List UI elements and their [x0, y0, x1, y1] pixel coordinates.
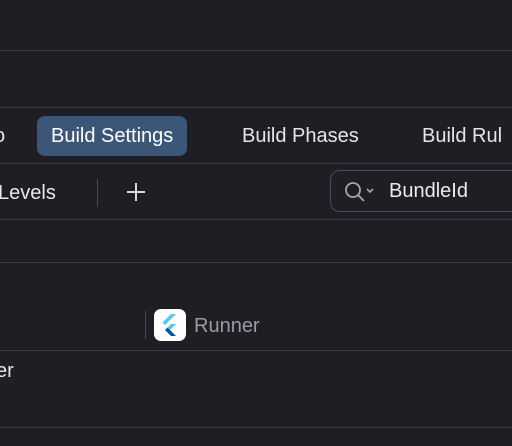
search-input[interactable]: BundleId — [389, 171, 468, 211]
toolbar-divider-top — [0, 50, 512, 51]
tab-partial-left[interactable]: o — [0, 116, 5, 156]
levels-filter-button[interactable]: Levels — [0, 176, 56, 210]
tab-build-settings[interactable]: Build Settings — [37, 116, 188, 156]
tab-build-phases[interactable]: Build Phases — [242, 116, 359, 156]
runner-target-label: Runner — [194, 315, 260, 337]
plus-icon — [127, 183, 145, 201]
search-icon[interactable] — [343, 180, 377, 204]
toolbar-divider — [0, 107, 512, 108]
filter-bar-divider — [0, 219, 512, 220]
filter-separator — [97, 179, 98, 207]
tab-bar-divider — [0, 163, 512, 164]
flutter-logo-icon — [162, 314, 176, 336]
section-divider — [0, 262, 512, 263]
tab-build-rules[interactable]: Build Rul — [422, 116, 502, 156]
search-field[interactable]: BundleId — [330, 170, 512, 212]
runner-target-icon — [154, 309, 186, 341]
setting-row-label: er — [0, 360, 14, 382]
add-setting-button[interactable] — [122, 178, 150, 206]
column-separator — [145, 311, 146, 339]
row-divider — [0, 427, 512, 428]
header-divider — [0, 350, 512, 351]
